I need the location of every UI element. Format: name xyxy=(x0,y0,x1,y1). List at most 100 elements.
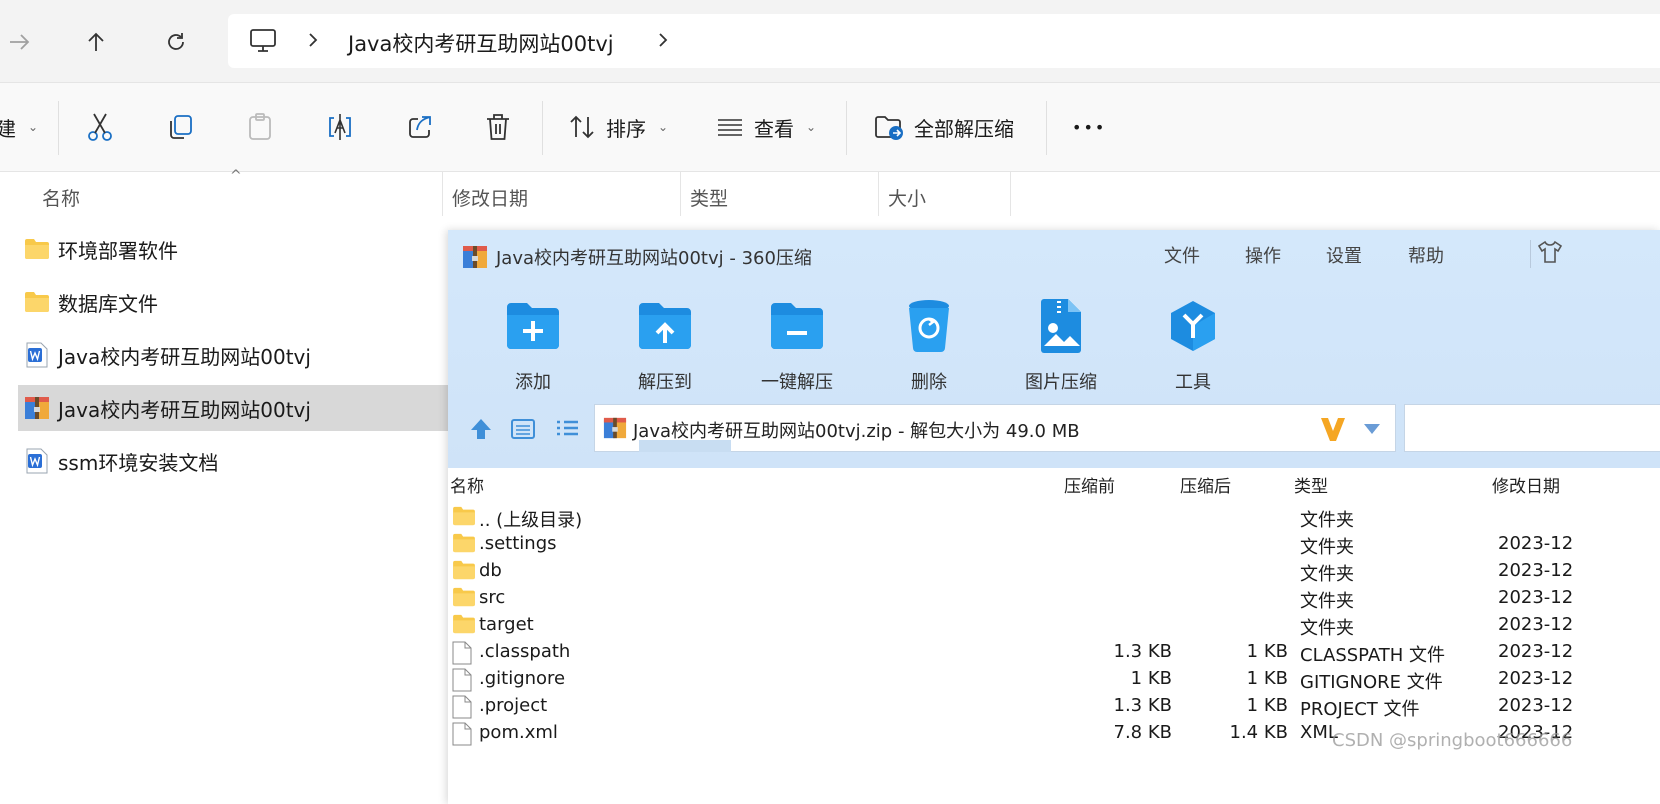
list-item[interactable]: 数据库文件 xyxy=(18,279,448,325)
image-compress-button[interactable]: 图片压缩 xyxy=(1006,294,1116,394)
shirt-icon xyxy=(1537,240,1563,263)
folder-icon xyxy=(453,560,475,580)
paste-button[interactable] xyxy=(246,107,274,147)
list-item[interactable]: Java校内考研互助网站00tvj xyxy=(18,332,448,378)
zip-archive-icon xyxy=(24,395,50,421)
one-click-extract-button[interactable]: 一键解压 xyxy=(742,294,852,394)
view-button[interactable]: 查看 ⌄ xyxy=(716,107,816,147)
paste-icon xyxy=(249,113,271,140)
archive-path-field[interactable]: Java校内考研互助网站00tvj.zip - 解包大小为 49.0 MB xyxy=(594,404,1396,452)
zip-column-modified[interactable]: 修改日期 xyxy=(1492,472,1560,497)
file-icon xyxy=(452,695,472,719)
menu-operation[interactable]: 操作 xyxy=(1245,242,1281,268)
address-bar[interactable]: Java校内考研互助网站00tvj xyxy=(228,14,1660,68)
view-list-icon[interactable] xyxy=(554,416,580,442)
view-details-icon[interactable] xyxy=(510,416,536,442)
up-button[interactable] xyxy=(76,22,116,62)
share-icon xyxy=(409,116,431,138)
copy-button[interactable] xyxy=(166,107,194,147)
table-row[interactable]: db 文件夹 2023-12 xyxy=(448,558,1660,585)
chevron-right-icon[interactable] xyxy=(656,30,670,50)
list-item[interactable]: ssm环境安装文档 xyxy=(18,438,448,484)
column-header-type[interactable]: 类型 xyxy=(680,172,878,216)
table-row[interactable]: src 文件夹 2023-12 xyxy=(448,585,1660,612)
tools-button[interactable]: 工具 xyxy=(1138,294,1248,394)
more-options-button[interactable]: ••• xyxy=(1072,107,1106,147)
image-compress-icon xyxy=(1041,299,1081,353)
breadcrumb-folder[interactable]: Java校内考研互助网站00tvj xyxy=(348,28,614,58)
refresh-button[interactable] xyxy=(156,22,196,62)
folder-icon xyxy=(453,587,475,607)
sort-button[interactable]: 排序 ⌄ xyxy=(568,107,668,147)
zip-header: Java校内考研互助网站00tvj - 360压缩 文件 操作 设置 帮助 添加… xyxy=(448,230,1660,468)
v-logo-icon[interactable] xyxy=(1319,415,1347,443)
menu-file[interactable]: 文件 xyxy=(1164,242,1200,268)
menu-settings[interactable]: 设置 xyxy=(1326,242,1362,268)
add-folder-icon xyxy=(507,303,559,349)
dropdown-triangle-icon[interactable] xyxy=(1363,423,1381,435)
recycle-bin-icon xyxy=(909,300,949,352)
go-up-icon[interactable] xyxy=(468,416,494,442)
zip-column-type[interactable]: 类型 xyxy=(1294,472,1328,497)
add-button[interactable]: 添加 xyxy=(478,294,588,394)
file-icon xyxy=(452,668,472,692)
copy-icon xyxy=(170,115,192,139)
skin-button[interactable] xyxy=(1530,240,1563,268)
table-row[interactable]: .. (上级目录) 文件夹 xyxy=(448,504,1660,531)
column-header-modified[interactable]: 修改日期 xyxy=(442,172,680,216)
zip-column-name[interactable]: 名称 xyxy=(450,472,484,497)
folder-icon xyxy=(24,289,50,315)
this-pc-icon[interactable] xyxy=(248,26,278,56)
list-item[interactable]: 环境部署软件 xyxy=(18,226,448,272)
zip-column-after[interactable]: 压缩后 xyxy=(1180,472,1231,497)
table-row[interactable]: target 文件夹 2023-12 xyxy=(448,612,1660,639)
file-icon xyxy=(452,641,472,665)
new-button[interactable]: 建 ⌄ xyxy=(0,107,38,147)
zip-search-input[interactable] xyxy=(1404,404,1660,452)
folder-icon xyxy=(24,236,50,262)
one-click-extract-icon xyxy=(771,303,823,349)
zip-archive-icon xyxy=(463,246,487,268)
folder-icon xyxy=(453,506,475,526)
divider xyxy=(542,101,543,155)
tools-hexagon-icon xyxy=(1171,301,1215,351)
extract-to-button[interactable]: 解压到 xyxy=(610,294,720,394)
table-row[interactable]: .project 1.3 KB 1 KB PROJECT 文件 2023-12 xyxy=(448,693,1660,720)
cut-button[interactable] xyxy=(86,107,114,147)
rename-button[interactable] xyxy=(326,107,354,147)
column-divider[interactable] xyxy=(1010,172,1011,216)
zip-window: Java校内考研互助网站00tvj - 360压缩 文件 操作 设置 帮助 添加… xyxy=(448,230,1660,804)
column-header-size[interactable]: 大小 xyxy=(878,172,1010,216)
table-row[interactable]: .classpath 1.3 KB 1 KB CLASSPATH 文件 2023… xyxy=(448,639,1660,666)
chevron-down-icon: ⌄ xyxy=(806,120,817,134)
zip-column-before[interactable]: 压缩前 xyxy=(1064,472,1115,497)
zip-window-title: Java校内考研互助网站00tvj - 360压缩 xyxy=(496,248,812,269)
word-doc-icon xyxy=(24,342,50,368)
table-row[interactable]: .gitignore 1 KB 1 KB GITIGNORE 文件 2023-1… xyxy=(448,666,1660,693)
forward-button[interactable] xyxy=(0,22,40,62)
share-button[interactable] xyxy=(406,107,434,147)
chevron-right-icon[interactable] xyxy=(306,30,320,50)
column-header-name[interactable]: 名称 xyxy=(0,172,442,216)
divider xyxy=(58,101,59,155)
chevron-down-icon: ⌄ xyxy=(658,120,669,134)
word-doc-icon xyxy=(24,448,50,474)
delete-button[interactable] xyxy=(484,107,512,147)
zip-archive-icon xyxy=(603,417,627,439)
refresh-icon xyxy=(168,33,184,50)
extract-all-button[interactable]: 全部解压缩 xyxy=(874,107,1014,147)
extract-folder-icon xyxy=(875,116,903,140)
arrow-right-icon xyxy=(10,34,30,50)
folder-icon xyxy=(453,614,475,634)
more-icon: ••• xyxy=(1072,117,1107,137)
zip-title-bar: Java校内考研互助网站00tvj - 360压缩 xyxy=(462,244,812,270)
divider xyxy=(1046,101,1047,155)
table-row[interactable]: .settings 文件夹 2023-12 xyxy=(448,531,1660,558)
watermark: CSDN @springboot666666 xyxy=(1332,730,1573,751)
arrow-up-icon xyxy=(88,32,104,51)
list-item-selected[interactable]: Java校内考研互助网站00tvj xyxy=(18,385,448,431)
delete-button[interactable]: 删除 xyxy=(874,294,984,394)
scan-progress-indicator xyxy=(639,440,731,452)
rename-icon xyxy=(329,114,351,140)
menu-help[interactable]: 帮助 xyxy=(1408,242,1444,268)
